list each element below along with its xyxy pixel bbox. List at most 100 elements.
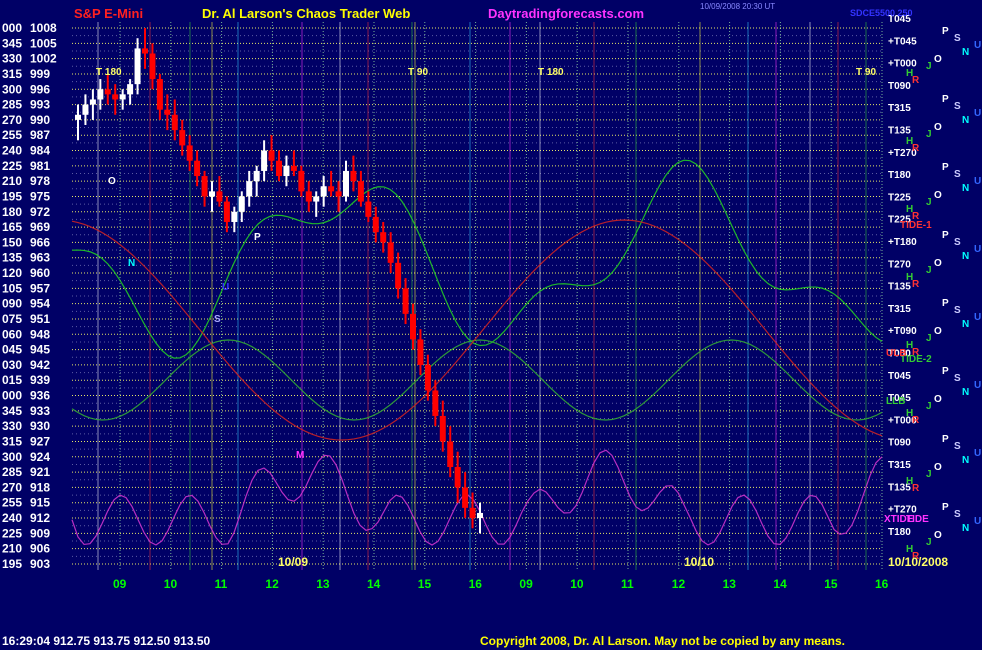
right-letter-0-0: P [942, 26, 949, 37]
right-letter-4-3: N [962, 319, 969, 330]
y-tick-angle-5: 285 [2, 98, 22, 112]
right-letter-2-0: P [942, 162, 949, 173]
tag-right: SDCE5500 250 [850, 8, 913, 18]
right-letter-0-7: R [912, 75, 920, 86]
annotation-5: P [254, 232, 261, 243]
y-tick-angle-11: 195 [2, 189, 22, 203]
price-bar-body-18 [209, 191, 215, 197]
price-bar-body-40 [372, 216, 379, 233]
price-bar-body-3 [97, 89, 104, 100]
y-tick-angle-27: 315 [2, 434, 22, 448]
right-letter-5-5: J [926, 401, 932, 412]
price-bar-body-29 [290, 165, 297, 171]
annotation-4: O [108, 176, 116, 187]
y-tick-price-0: 1008 [30, 21, 57, 35]
price-bar-body-21 [231, 211, 238, 222]
y-tick-angle-0: 000 [2, 21, 22, 35]
y-tick-price-5: 993 [30, 98, 50, 112]
right-letter-5-7: R [912, 415, 920, 426]
y-tick-angle-13: 165 [2, 220, 22, 234]
annotation-7: S [214, 314, 221, 325]
right-letter-1-3: N [962, 115, 969, 126]
y-tick-angle-33: 225 [2, 526, 22, 540]
x-tick-14: 15 [824, 577, 838, 591]
y-tick-angle-34: 210 [2, 542, 22, 556]
right-letter-4-2: U [974, 312, 981, 323]
right-letter-2-1: S [954, 169, 961, 180]
date-label-2: 10/10/2008 [888, 555, 948, 569]
y-tick-angle-35: 195 [2, 557, 22, 571]
y-tick-price-19: 951 [30, 312, 50, 326]
x-tick-9: 10 [570, 577, 584, 591]
y-tick-price-23: 939 [30, 373, 50, 387]
y-tick-price-21: 945 [30, 343, 50, 357]
right-letter-3-2: U [974, 244, 981, 255]
price-bar-body-7 [127, 84, 134, 95]
y-tick-angle-29: 285 [2, 465, 22, 479]
y-tick-angle-19: 075 [2, 312, 22, 326]
y-tick-price-26: 930 [30, 419, 50, 433]
price-bar-body-27 [276, 160, 282, 177]
right-letter-2-3: N [962, 183, 969, 194]
y-tick-price-12: 972 [30, 205, 50, 219]
price-bar-body-42 [387, 242, 394, 263]
right-letter-3-1: S [954, 237, 961, 248]
price-bar-body-24 [253, 170, 260, 182]
right-letter-5-4: O [934, 394, 942, 405]
right-letter-7-2: U [974, 516, 981, 527]
y-tick-price-8: 984 [30, 144, 50, 158]
right-letter-0-3: N [962, 47, 969, 58]
y-tick-price-1: 1005 [30, 36, 57, 50]
price-bar-body-23 [246, 181, 253, 197]
price-bar-body-35 [335, 191, 342, 197]
price-bar-body-19 [216, 191, 223, 202]
right-label-12: T135 [888, 282, 911, 293]
right-letter-6-2: U [974, 448, 981, 459]
right-letter-7-3: N [962, 523, 969, 534]
right-letter-7-4: O [934, 530, 942, 541]
y-tick-price-4: 996 [30, 82, 50, 96]
right-letter-7-5: J [926, 537, 932, 548]
y-tick-angle-7: 255 [2, 128, 22, 142]
right-field-labels: T045+T045+T000T090T315T135+T270T180T225T… [888, 14, 981, 562]
x-tick-8: 09 [519, 577, 533, 591]
right-letter-2-5: J [926, 197, 932, 208]
date-label-1: 10/10 [684, 555, 714, 569]
y-tick-price-17: 957 [30, 281, 50, 295]
annotation-10: TIDE-1 [900, 220, 932, 231]
right-letter-6-3: N [962, 455, 969, 466]
y-tick-angle-31: 255 [2, 496, 22, 510]
y-tick-angle-32: 240 [2, 511, 22, 525]
right-letter-5-2: U [974, 380, 981, 391]
x-tick-3: 12 [265, 577, 279, 591]
x-tick-2: 11 [215, 577, 228, 591]
y-tick-angle-20: 060 [2, 327, 22, 341]
price-bar-body-15 [186, 145, 193, 161]
price-bar-body-9 [142, 48, 148, 54]
y-tick-angle-30: 270 [2, 480, 22, 494]
right-letter-4-0: P [942, 298, 949, 309]
right-letter-2-2: U [974, 176, 981, 187]
price-bar-body-43 [395, 262, 402, 289]
price-bar-body-14 [179, 130, 186, 146]
right-letter-0-5: J [926, 61, 932, 72]
price-bar-body-41 [380, 232, 387, 243]
y-tick-angle-17: 105 [2, 281, 22, 295]
y-tick-angle-14: 150 [2, 235, 22, 249]
y-tick-price-22: 942 [30, 358, 50, 372]
price-bar-body-5 [112, 94, 119, 100]
chart-canvas: 000 1008 345 1005 330 1002 315 999 300 996 285 993 2… [2, 2, 981, 648]
price-bar-body-33 [320, 186, 327, 197]
y-tick-price-32: 912 [30, 511, 50, 525]
annotation-8: U [222, 282, 229, 293]
price-bar-body-49 [439, 415, 446, 442]
right-letter-1-2: U [974, 108, 981, 119]
flux-line-green-1 [71, 159, 883, 359]
y-tick-price-25: 933 [30, 404, 50, 418]
annotation-9: N [128, 258, 135, 269]
title-center: Dr. Al Larson's Chaos Trader Web [202, 6, 410, 21]
right-letter-6-4: O [934, 462, 942, 473]
y-tick-angle-25: 345 [2, 404, 22, 418]
y-tick-price-30: 918 [30, 480, 50, 494]
price-bar-body-31 [305, 191, 312, 202]
